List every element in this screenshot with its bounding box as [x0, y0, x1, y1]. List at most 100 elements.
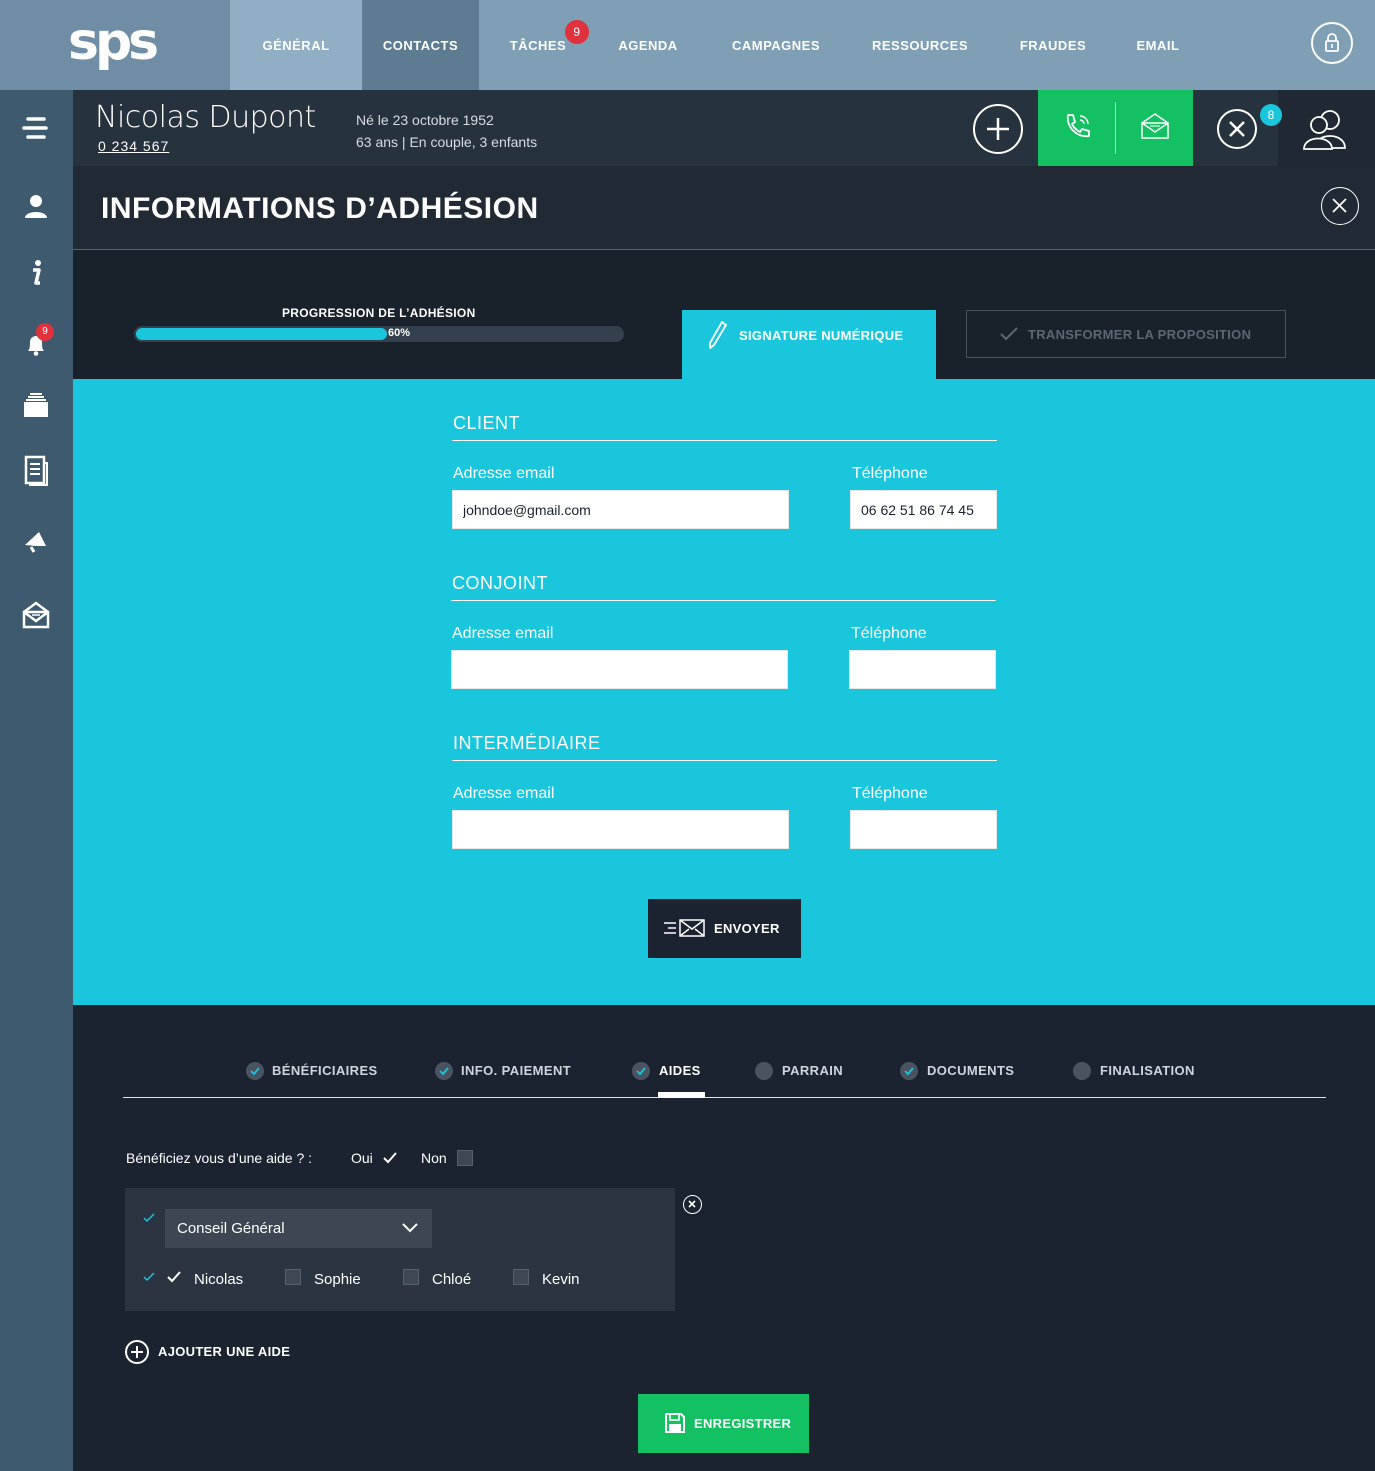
document-icon[interactable] — [18, 453, 54, 489]
conjoint-email-label: Adresse email — [452, 625, 554, 642]
checkmark-icon — [383, 1152, 397, 1164]
checkmark-icon — [167, 1271, 181, 1283]
client-email-input[interactable] — [452, 490, 789, 529]
aide-no-checkbox[interactable] — [457, 1150, 473, 1166]
steps-divider — [123, 1097, 1326, 1098]
nav-ressources[interactable]: RESSOURCES — [860, 0, 980, 90]
signature-tab-label: SIGNATURE NUMÉRIQUE — [739, 328, 904, 343]
menu-icon[interactable] — [18, 110, 54, 146]
modal-header: INFORMATIONS D’ADHÉSION — [73, 166, 1375, 250]
nav-general[interactable]: GÉNÉRAL — [230, 0, 362, 90]
taches-badge: 9 — [565, 20, 589, 44]
users-badge: 8 — [1260, 104, 1282, 126]
person-checkbox-kevin[interactable] — [513, 1269, 529, 1285]
client-email-label: Adresse email — [453, 465, 555, 482]
section-title-client: CLIENT — [453, 413, 521, 433]
action-divider — [1115, 102, 1116, 154]
modal-title: INFORMATIONS D’ADHÉSION — [101, 192, 539, 225]
transform-button-label: TRANSFORMER LA PROPOSITION — [1028, 327, 1252, 342]
active-step-indicator — [658, 1092, 705, 1098]
mail-icon[interactable] — [18, 597, 54, 633]
step-dot — [1073, 1062, 1091, 1080]
pen-icon — [709, 321, 727, 349]
intermediaire-email-input[interactable] — [452, 810, 789, 849]
nav-agenda[interactable]: AGENDA — [600, 0, 696, 90]
step-check-icon — [435, 1062, 453, 1080]
user-icon[interactable] — [18, 188, 54, 224]
step-check-icon — [246, 1062, 264, 1080]
progress-fill — [134, 326, 389, 342]
send-mail-icon — [664, 919, 705, 937]
nav-fraudes[interactable]: FRAUDES — [1005, 0, 1101, 90]
aide-card: Conseil Général Nicolas Sophie Chloé Kev… — [125, 1188, 675, 1311]
check-icon — [143, 1213, 155, 1223]
person-name: Kevin — [542, 1271, 580, 1288]
close-contact-icon[interactable] — [1217, 109, 1257, 149]
nav-email[interactable]: EMAIL — [1120, 0, 1196, 90]
person-checkbox-sophie[interactable] — [285, 1269, 301, 1285]
check-icon — [1000, 327, 1018, 341]
intermediaire-phone-input[interactable] — [850, 810, 997, 849]
top-navigation: sps GÉNÉRAL CONTACTS TÂCHES 9 AGENDA CAM… — [0, 0, 1375, 90]
section-title-conjoint: CONJOINT — [452, 573, 548, 593]
progress-band: PROGRESSION DE L’ADHÉSION 60% SIGNATURE … — [73, 250, 1375, 379]
transform-button[interactable]: TRANSFORMER LA PROPOSITION — [966, 310, 1286, 358]
notification-badge: 9 — [36, 323, 54, 341]
person-name: Chloé — [432, 1271, 472, 1288]
nav-taches[interactable]: TÂCHES 9 — [490, 0, 589, 90]
person-name: Nicolas — [194, 1271, 244, 1288]
client-phone-input[interactable] — [850, 490, 997, 529]
save-icon — [665, 1413, 685, 1433]
intermediaire-phone-label: Téléphone — [852, 785, 928, 802]
add-circle-icon — [125, 1340, 149, 1364]
logo-area: sps — [0, 0, 230, 90]
aide-question: Bénéficiez vous d’une aide ? : — [126, 1150, 313, 1166]
section-title-intermediaire: INTERMÉDIAIRE — [453, 733, 601, 753]
aides-panel: BÉNÉFICIAIRES INFO. PAIEMENT AIDES PARRA… — [73, 1005, 1375, 1471]
save-button[interactable]: ENREGISTRER — [638, 1394, 809, 1453]
contact-details: 63 ans | En couple, 3 enfants — [356, 134, 538, 150]
chevron-down-icon — [402, 1223, 418, 1233]
progress-label: PROGRESSION DE L’ADHÉSION — [282, 306, 476, 320]
section-divider — [452, 440, 997, 441]
info-icon[interactable] — [18, 255, 54, 291]
client-phone-label: Téléphone — [852, 465, 928, 482]
contact-name: Nicolas Dupont — [95, 100, 316, 135]
contact-birth: Né le 23 octobre 1952 — [356, 112, 494, 128]
logo[interactable]: sps — [68, 12, 159, 72]
conjoint-phone-input[interactable] — [849, 650, 996, 689]
conjoint-email-input[interactable] — [451, 650, 788, 689]
step-check-icon — [632, 1062, 650, 1080]
users-icon[interactable] — [1278, 90, 1375, 166]
add-icon[interactable] — [973, 104, 1023, 154]
step-dot — [755, 1062, 773, 1080]
remove-aide-icon[interactable] — [683, 1195, 702, 1214]
contact-id[interactable]: 0 234 567 — [98, 138, 169, 154]
close-icon[interactable] — [1321, 187, 1359, 225]
step-check-icon — [900, 1062, 918, 1080]
aide-yes-label: Oui — [351, 1150, 373, 1166]
phone-icon[interactable] — [1060, 110, 1094, 149]
contact-actions — [1038, 90, 1193, 174]
aide-yes-checkbox[interactable] — [382, 1150, 398, 1166]
person-name: Sophie — [314, 1271, 361, 1288]
person-checkbox-nicolas[interactable] — [166, 1269, 182, 1285]
lock-icon[interactable] — [1311, 22, 1353, 64]
folder-icon[interactable] — [18, 388, 54, 424]
aide-type-select[interactable]: Conseil Général — [165, 1209, 432, 1248]
person-checkbox-chloe[interactable] — [403, 1269, 419, 1285]
conjoint-phone-label: Téléphone — [851, 625, 927, 642]
contact-header: Nicolas Dupont 0 234 567 Né le 23 octobr… — [73, 90, 1375, 174]
nav-contacts[interactable]: CONTACTS — [362, 0, 479, 90]
nav-campagnes[interactable]: CAMPAGNES — [718, 0, 834, 90]
aide-no-label: Non — [421, 1150, 447, 1166]
section-divider — [451, 600, 996, 601]
signature-tab[interactable]: SIGNATURE NUMÉRIQUE — [682, 310, 936, 379]
send-button-label: ENVOYER — [714, 921, 780, 936]
check-icon — [143, 1272, 155, 1282]
save-button-label: ENREGISTRER — [694, 1416, 792, 1431]
mail-action-icon[interactable] — [1138, 110, 1172, 149]
megaphone-icon[interactable] — [18, 523, 54, 559]
intermediaire-email-label: Adresse email — [453, 785, 555, 802]
send-button[interactable]: ENVOYER — [648, 899, 801, 958]
